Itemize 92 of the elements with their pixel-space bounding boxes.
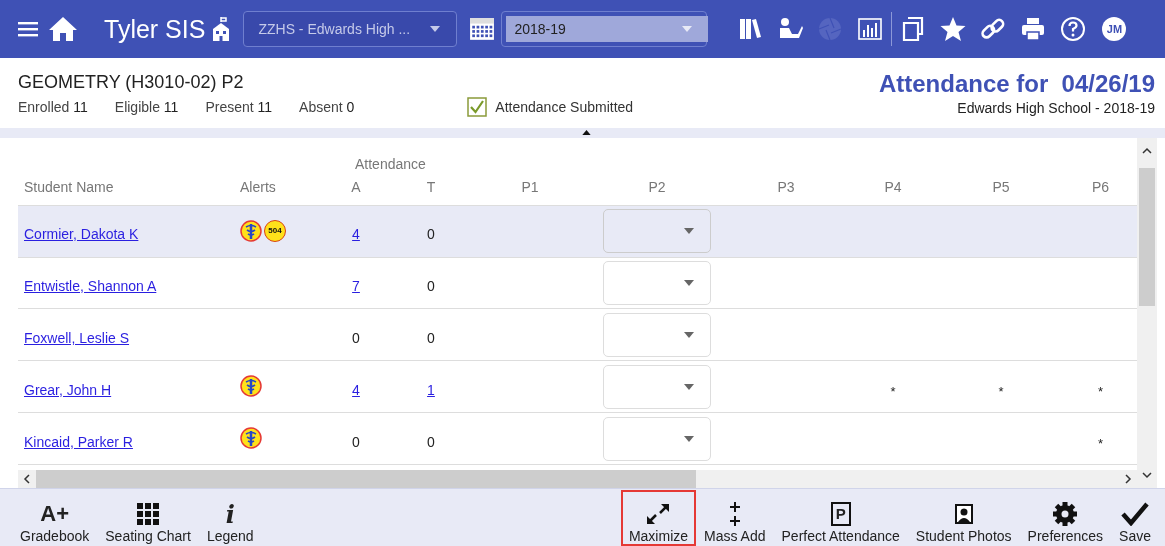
- checkmark-icon: [1121, 500, 1150, 528]
- count-link[interactable]: 1: [427, 381, 435, 398]
- medical-alert-icon[interactable]: [240, 427, 262, 450]
- period-mark: *: [890, 384, 896, 400]
- maximize-button[interactable]: Maximize: [620, 490, 697, 546]
- home-icon[interactable]: [48, 16, 78, 42]
- scroll-down-icon[interactable]: [1142, 470, 1152, 480]
- student-link[interactable]: Grear, John H: [24, 381, 112, 398]
- bar-chart-icon[interactable]: [857, 16, 884, 42]
- student-link[interactable]: Cormier, Dakota K: [24, 226, 139, 243]
- caret-icon: [684, 383, 694, 390]
- help-icon[interactable]: [1060, 16, 1087, 42]
- student-link[interactable]: Entwistle, Shannon A: [24, 278, 157, 295]
- column-header: T: [426, 178, 436, 195]
- count-text: 0: [427, 226, 435, 243]
- mass-add-button[interactable]: Mass Add: [696, 490, 774, 546]
- star-icon[interactable]: [940, 16, 967, 42]
- save-button[interactable]: Save: [1111, 490, 1159, 546]
- school-select[interactable]: ZZHS - Edwards High ...: [243, 11, 458, 47]
- letter-icon: A+: [40, 500, 69, 528]
- plus-icon: [727, 500, 742, 528]
- column-header: P1: [521, 178, 539, 195]
- table-row[interactable]: Kincaid, Parker R 0 0 *: [18, 413, 1137, 465]
- student-photos-button[interactable]: Student Photos: [907, 490, 1020, 546]
- medical-alert-icon[interactable]: [240, 219, 262, 242]
- print-icon[interactable]: [1020, 16, 1047, 42]
- table-row[interactable]: Grear, John H 4 1 * * *: [18, 361, 1137, 414]
- column-header: P5: [992, 178, 1010, 195]
- count-text: 0: [352, 329, 360, 346]
- caret-icon: [682, 26, 693, 32]
- caret-icon: [430, 26, 441, 32]
- column-header: P2: [648, 178, 666, 195]
- column-header: P3: [777, 178, 795, 195]
- period-mark: *: [1097, 384, 1104, 400]
- column-header: P6: [1091, 178, 1110, 195]
- checkbox[interactable]: [467, 97, 488, 117]
- perfect-attendance-button[interactable]: P Perfect Attendance: [773, 490, 908, 546]
- link-icon[interactable]: [980, 16, 1007, 42]
- menu-icon[interactable]: [18, 21, 38, 37]
- stat-text: Enrolled 11: [18, 99, 88, 115]
- period-mark: *: [998, 384, 1004, 400]
- table-row[interactable]: Cormier, Dakota K 504 4 0: [18, 205, 1137, 258]
- scroll-left-icon[interactable]: [22, 474, 32, 484]
- column-header: Alerts: [240, 178, 276, 195]
- books-icon[interactable]: [737, 16, 764, 42]
- alert-badge[interactable]: 504: [264, 219, 286, 242]
- preferences-button[interactable]: Preferences: [1019, 490, 1112, 546]
- caret-icon: [684, 280, 694, 287]
- settings-icon: [1052, 500, 1079, 528]
- caret-icon: [684, 228, 694, 235]
- scroll-up-icon[interactable]: [1142, 146, 1152, 156]
- calendar-icon[interactable]: [469, 17, 496, 41]
- student-link[interactable]: Kincaid, Parker R: [24, 433, 133, 450]
- table-row[interactable]: Foxwell, Leslie S 0 0: [18, 309, 1137, 362]
- count-link[interactable]: 7: [352, 278, 360, 295]
- horizontal-scrollbar[interactable]: [18, 470, 1137, 488]
- boxed-letter-icon: P: [830, 500, 851, 528]
- stat-text: Absent 0: [299, 99, 355, 115]
- school-icon: [211, 17, 232, 41]
- table-row[interactable]: Entwistle, Shannon A 7 0: [18, 257, 1137, 310]
- count-link[interactable]: 4: [352, 226, 360, 243]
- grid-icon: [136, 500, 161, 528]
- course-title: GEOMETRY (H3010-02) P2: [18, 72, 245, 93]
- period-mark: *: [1097, 436, 1104, 452]
- letter-icon: i: [225, 500, 235, 528]
- collapse-icon[interactable]: [582, 130, 591, 135]
- caret-icon: [684, 435, 694, 442]
- column-header: P4: [884, 178, 902, 195]
- school-year-text: Edwards High School - 2018-19: [956, 100, 1155, 116]
- count-link[interactable]: 4: [352, 381, 360, 398]
- app-title: Tyler SIS: [104, 14, 206, 44]
- stat-text: Present 11: [205, 99, 273, 115]
- checkbox-label: Attendance Submitted: [495, 99, 634, 115]
- student-link[interactable]: Foxwell, Leslie S: [24, 329, 130, 346]
- column-header: A: [351, 178, 361, 195]
- legend-button[interactable]: i Legend: [198, 490, 262, 546]
- column-group-header: Attendance: [355, 156, 426, 172]
- medical-alert-icon[interactable]: [240, 375, 262, 398]
- count-text: 0: [352, 433, 360, 450]
- page-heading: Attendance for 04/26/19: [878, 70, 1155, 98]
- stat-text: Eligible 11: [114, 99, 179, 115]
- count-text: 0: [427, 278, 435, 295]
- user-avatar[interactable]: JM: [1102, 17, 1127, 41]
- gradebook-button[interactable]: A+ Gradebook: [12, 490, 98, 546]
- vertical-scrollbar[interactable]: [1137, 138, 1157, 488]
- scroll-right-icon[interactable]: [1123, 474, 1133, 484]
- count-text: 0: [427, 433, 435, 450]
- column-header: Student Name: [24, 178, 114, 195]
- count-text: 0: [427, 329, 435, 346]
- year-select[interactable]: 2018-19: [501, 11, 708, 47]
- caret-icon: [684, 331, 694, 338]
- seating-chart-button[interactable]: Seating Chart: [97, 490, 199, 546]
